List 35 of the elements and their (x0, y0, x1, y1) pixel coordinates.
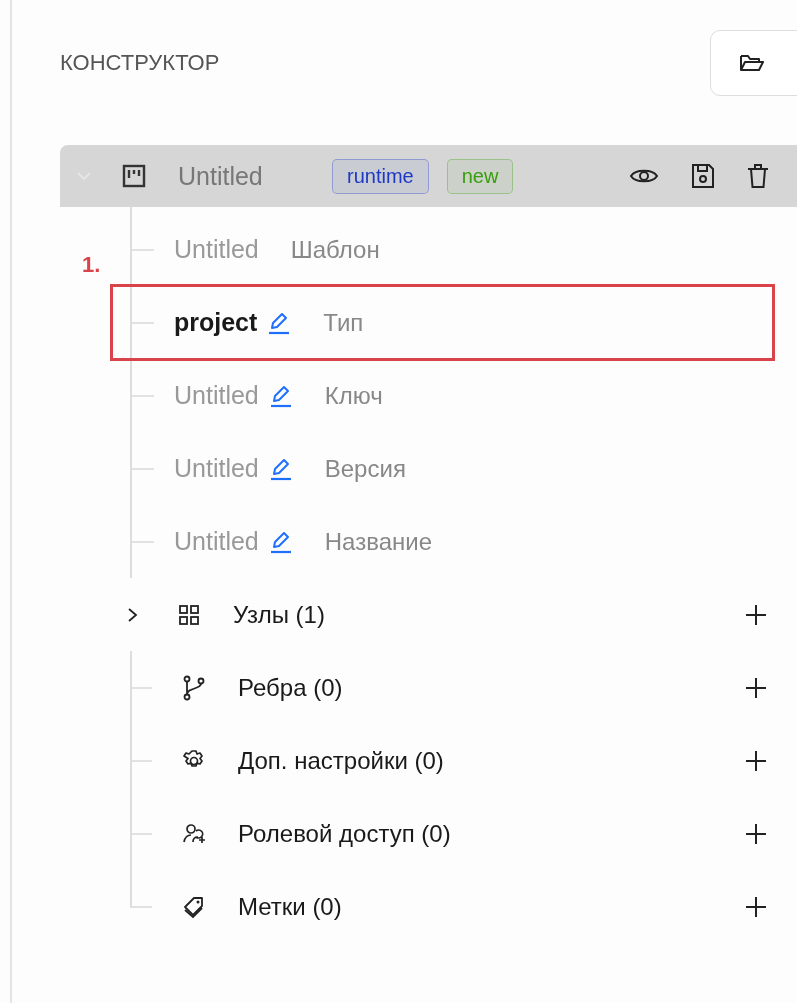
board-icon (122, 164, 146, 188)
section-label[interactable]: Узлы (1) (233, 600, 325, 629)
tag-badge: new (446, 158, 514, 194)
users-icon (182, 821, 206, 846)
pencil-icon[interactable] (267, 310, 292, 335)
section-label[interactable]: Ребра (0) (238, 673, 343, 702)
inline-text-input[interactable]: project (174, 308, 258, 337)
delete-icon[interactable] (747, 163, 769, 189)
field-label: Ключ (324, 381, 383, 410)
add-icon[interactable] (745, 603, 767, 626)
tree-root-row[interactable]: Untitled runtime new (60, 145, 797, 207)
pencil-icon[interactable] (268, 529, 293, 554)
add-icon[interactable] (745, 822, 767, 845)
panel-title: КОНСТРУКТОР (60, 50, 221, 76)
folder-icon (739, 52, 765, 74)
tag-badge: runtime (332, 158, 429, 194)
field-label: Тип (323, 308, 364, 337)
grid-icon (177, 602, 201, 627)
pencil-icon[interactable] (268, 383, 293, 408)
open-folder-button[interactable] (710, 30, 797, 96)
pencil-icon[interactable] (268, 456, 293, 481)
add-icon[interactable] (745, 895, 767, 918)
field-label: Название (324, 527, 432, 556)
add-icon[interactable] (745, 676, 767, 699)
save-icon[interactable] (691, 163, 715, 189)
tag-icon (182, 894, 206, 919)
field-label: Шаблон (290, 235, 380, 264)
root-name: Untitled (178, 161, 264, 191)
section-label[interactable]: Доп. настройки (0) (238, 746, 444, 775)
annotation-number: 1. (82, 252, 101, 278)
add-icon[interactable] (745, 749, 767, 772)
branch-icon (182, 674, 206, 701)
section-label[interactable]: Метки (0) (238, 892, 342, 921)
field-label: Версия (324, 454, 406, 483)
section-label[interactable]: Ролевой доступ (0) (238, 819, 451, 848)
